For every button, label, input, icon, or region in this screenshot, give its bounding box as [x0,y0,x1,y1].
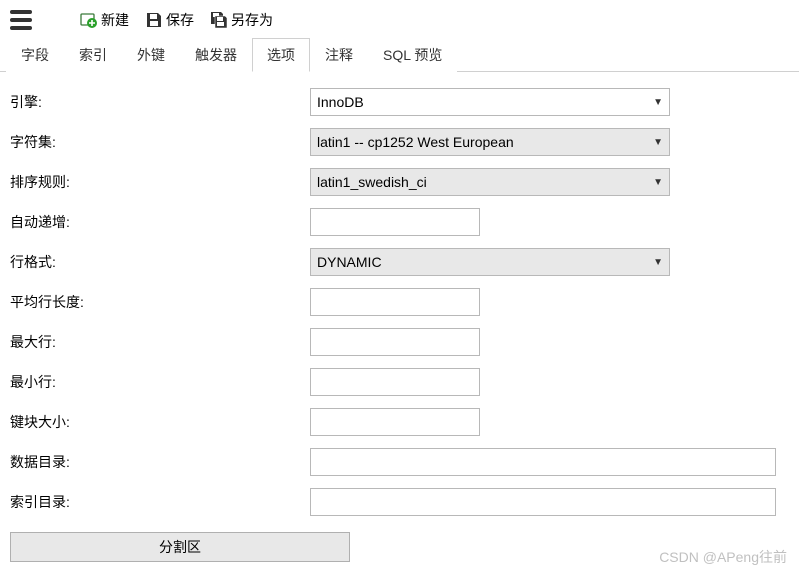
rowformat-label: 行格式: [10,252,310,272]
chevron-down-icon: ▼ [653,177,663,188]
maxrows-label: 最大行: [10,332,310,352]
tab-foreign-keys[interactable]: 外键 [122,38,180,72]
save-label: 保存 [166,10,194,30]
tab-bar: 字段 索引 外键 触发器 选项 注释 SQL 预览 [0,40,799,72]
chevron-down-icon: ▼ [653,97,663,108]
chevron-down-icon: ▼ [653,137,663,148]
main-toolbar: 新建 保存 另存为 [0,0,799,40]
autoinc-label: 自动递增: [10,212,310,232]
datadir-label: 数据目录: [10,452,310,472]
avgrowlen-input[interactable] [310,288,480,316]
engine-label: 引擎: [10,92,310,112]
tab-options[interactable]: 选项 [252,38,310,72]
avgrowlen-label: 平均行长度: [10,292,310,312]
new-label: 新建 [101,10,129,30]
datadir-input[interactable] [310,448,776,476]
indexdir-label: 索引目录: [10,492,310,512]
tab-comment[interactable]: 注释 [310,38,368,72]
saveas-icon [210,11,228,29]
collation-value: latin1_swedish_ci [317,174,427,190]
minrows-label: 最小行: [10,372,310,392]
new-icon [80,11,98,29]
tab-fields[interactable]: 字段 [6,38,64,72]
new-button[interactable]: 新建 [76,8,133,32]
tab-triggers[interactable]: 触发器 [180,38,252,72]
save-icon [145,11,163,29]
maxrows-input[interactable] [310,328,480,356]
saveas-button[interactable]: 另存为 [206,8,277,32]
engine-value: InnoDB [317,94,364,110]
tab-sql-preview[interactable]: SQL 预览 [368,38,457,72]
collation-select[interactable]: latin1_swedish_ci ▼ [310,168,670,196]
save-button[interactable]: 保存 [141,8,198,32]
rowformat-select[interactable]: DYNAMIC ▼ [310,248,670,276]
keyblock-label: 键块大小: [10,412,310,432]
charset-label: 字符集: [10,132,310,152]
menu-icon[interactable] [10,10,32,30]
options-form: 引擎: InnoDB ▼ 字符集: latin1 -- cp1252 West … [0,72,799,532]
chevron-down-icon: ▼ [653,257,663,268]
charset-select[interactable]: latin1 -- cp1252 West European ▼ [310,128,670,156]
charset-value: latin1 -- cp1252 West European [317,134,514,150]
indexdir-input[interactable] [310,488,776,516]
keyblock-input[interactable] [310,408,480,436]
engine-select[interactable]: InnoDB ▼ [310,88,670,116]
rowformat-value: DYNAMIC [317,254,382,270]
partition-button[interactable]: 分割区 [10,532,350,562]
minrows-input[interactable] [310,368,480,396]
collation-label: 排序规则: [10,172,310,192]
saveas-label: 另存为 [231,10,273,30]
tab-indexes[interactable]: 索引 [64,38,122,72]
watermark: CSDN @APeng往前 [659,547,787,567]
autoinc-input[interactable] [310,208,480,236]
